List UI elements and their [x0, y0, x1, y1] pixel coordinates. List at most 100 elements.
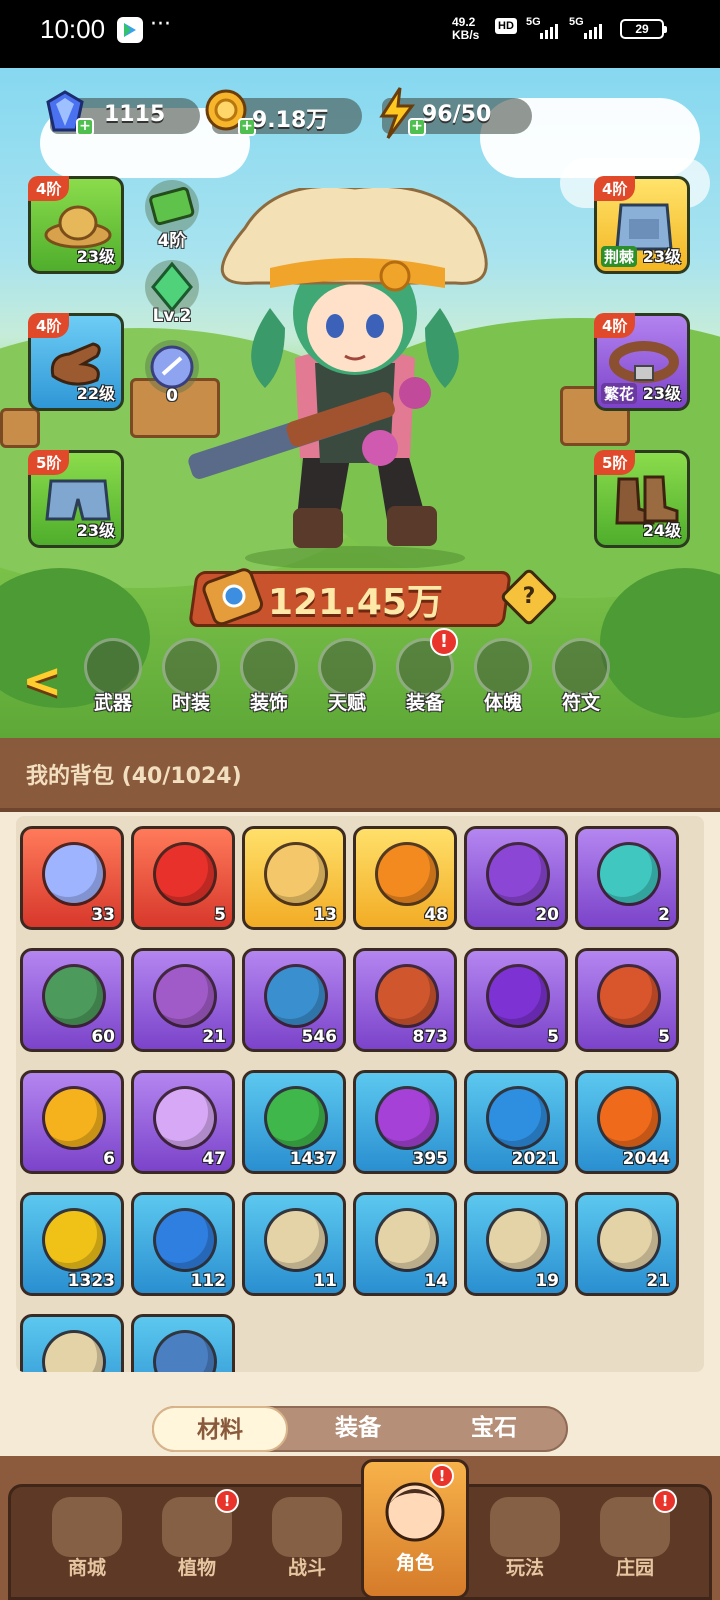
tab-gems[interactable]: 宝石: [426, 1406, 562, 1452]
tab-physique[interactable]: 体魄: [468, 638, 538, 715]
equip-slot-hat[interactable]: 4阶 23级: [28, 176, 124, 274]
inventory-item[interactable]: 2044: [575, 1070, 679, 1174]
equip-slot-belt[interactable]: 4阶 繁花 23级: [594, 313, 690, 411]
purple-seed-icon: [378, 1089, 436, 1147]
item-count: 873: [412, 1027, 449, 1047]
fence: [0, 408, 40, 448]
add-diamond-icon[interactable]: +: [76, 118, 94, 136]
blueprint-hat-icon: [267, 1211, 325, 1269]
inventory-item[interactable]: 395: [353, 1070, 457, 1174]
inventory-item[interactable]: 546: [242, 948, 346, 1052]
inventory-item[interactable]: 14: [353, 1192, 457, 1296]
rune-orb-item[interactable]: 0: [144, 340, 200, 406]
character-scene: + 1115 + 9.18万 + 96/50 4阶 23级 4阶 22级 5阶 …: [0, 68, 720, 738]
tab-fashion[interactable]: 时装: [156, 638, 226, 715]
backpack-grid[interactable]: 33 5 13 48 20 2 60 21 546 873 5 5 6 47 1437 395 2021 2044…: [16, 816, 704, 1372]
inventory-item[interactable]: 6: [20, 1070, 124, 1174]
inventory-item[interactable]: 2021: [464, 1070, 568, 1174]
item-count: 13: [313, 905, 337, 925]
green-seed-icon: [267, 1089, 325, 1147]
alert-badge: !: [653, 1489, 677, 1513]
back-arrow-icon[interactable]: <: [22, 653, 62, 709]
item-count: 2: [658, 905, 670, 925]
equip-slot-overalls[interactable]: 4阶 荆棘 23级: [594, 176, 690, 274]
inventory-item[interactable]: 5: [575, 948, 679, 1052]
item-count: 112: [190, 1271, 227, 1291]
tab-materials[interactable]: 材料: [152, 1406, 288, 1452]
inventory-item[interactable]: 11: [242, 1192, 346, 1296]
orange-potion-icon: [378, 845, 436, 903]
inventory-item[interactable]: 60: [20, 948, 124, 1052]
key-icon: [267, 845, 325, 903]
power-value: 121.45万: [268, 582, 443, 623]
red-potion-icon: [156, 845, 214, 903]
crystal-icon: [156, 1089, 214, 1147]
clock: 10:00: [40, 14, 106, 44]
energy-counter[interactable]: + 96/50: [379, 87, 532, 139]
tab-decoration[interactable]: 装饰: [234, 638, 304, 715]
item-count: 546: [301, 1027, 338, 1047]
inventory-item[interactable]: [131, 1314, 235, 1372]
inventory-item[interactable]: 112: [131, 1192, 235, 1296]
monster-icon: [490, 1497, 560, 1557]
tab-rune[interactable]: 符文: [546, 638, 616, 715]
inventory-item[interactable]: 1437: [242, 1070, 346, 1174]
inventory-item[interactable]: 47: [131, 1070, 235, 1174]
inventory-item[interactable]: 5: [464, 948, 568, 1052]
tab-equipment[interactable]: 装备: [290, 1406, 426, 1452]
backpack-panel: 我的背包 (40/1024) 33 5 13 48 20 2 60 21 546 873 5 5 6 47…: [0, 738, 720, 1456]
backpack-title: 我的背包 (40/1024): [26, 764, 242, 789]
energy-value: 96/50: [422, 102, 492, 127]
inventory-item[interactable]: 48: [353, 826, 457, 930]
inventory-item[interactable]: 1323: [20, 1192, 124, 1296]
set-tag: 荆棘: [601, 246, 638, 267]
nav-manor[interactable]: 庄园!: [581, 1487, 689, 1599]
inventory-item[interactable]: [20, 1314, 124, 1372]
inventory-item[interactable]: 33: [20, 826, 124, 930]
tab-talent[interactable]: 天赋: [312, 638, 382, 715]
inventory-item[interactable]: 21: [575, 1192, 679, 1296]
inventory-item[interactable]: 13: [242, 826, 346, 930]
gold-counter[interactable]: + 9.18万: [205, 89, 362, 136]
item-count: 5: [658, 1027, 670, 1047]
inventory-item[interactable]: 20: [464, 826, 568, 930]
book-icon: [156, 1333, 214, 1372]
item-count: 2044: [622, 1149, 670, 1169]
cash-item[interactable]: 4阶: [144, 180, 200, 251]
equip-slot-boots[interactable]: 5阶 24级: [594, 450, 690, 548]
fire-seed-icon: [600, 1089, 658, 1147]
nav-character[interactable]: 角色!: [361, 1459, 469, 1599]
bottom-nav: 商城 植物! 战斗 角色! 玩法 庄园!: [0, 1456, 720, 1600]
gem-level-item[interactable]: Lv.2: [144, 260, 200, 326]
level-label: 22级: [76, 384, 115, 403]
equip-slot-pants[interactable]: 5阶 23级: [28, 450, 124, 548]
cowgirl-character: [188, 188, 488, 568]
equip-slot-glove[interactable]: 4阶 22级: [28, 313, 124, 411]
blueprint-icon: [45, 1333, 103, 1372]
tab-weapon[interactable]: 武器: [78, 638, 148, 715]
inventory-item[interactable]: 873: [353, 948, 457, 1052]
signal-icon-2: [584, 24, 602, 39]
nav-battle[interactable]: 战斗: [253, 1487, 361, 1599]
level-label: 23级: [76, 247, 115, 266]
scroll-purple-icon: [156, 967, 214, 1025]
inventory-item[interactable]: 21: [131, 948, 235, 1052]
inventory-item[interactable]: 5: [131, 826, 235, 930]
nav-gameplay[interactable]: 玩法: [471, 1487, 579, 1599]
diamond-value: 1115: [104, 102, 166, 127]
inventory-item[interactable]: 19: [464, 1192, 568, 1296]
scroll-blue-icon: [267, 967, 325, 1025]
yellow-seed-icon: [45, 1211, 103, 1269]
blueprint-belt-icon: [600, 1211, 658, 1269]
backpack-header: 我的背包 (40/1024): [0, 738, 720, 812]
item-count: 1323: [67, 1271, 115, 1291]
item-count: 21: [202, 1027, 226, 1047]
nav-shop[interactable]: 商城: [33, 1487, 141, 1599]
tab-equipment[interactable]: 装备!: [390, 628, 460, 715]
alert-badge: !: [430, 1464, 454, 1488]
blue-potion-icon: [156, 1211, 214, 1269]
blueprint-shirt-icon: [378, 1211, 436, 1269]
inventory-item[interactable]: 2: [575, 826, 679, 930]
nav-plants[interactable]: 植物!: [143, 1487, 251, 1599]
diamond-counter[interactable]: + 1115: [46, 90, 200, 136]
